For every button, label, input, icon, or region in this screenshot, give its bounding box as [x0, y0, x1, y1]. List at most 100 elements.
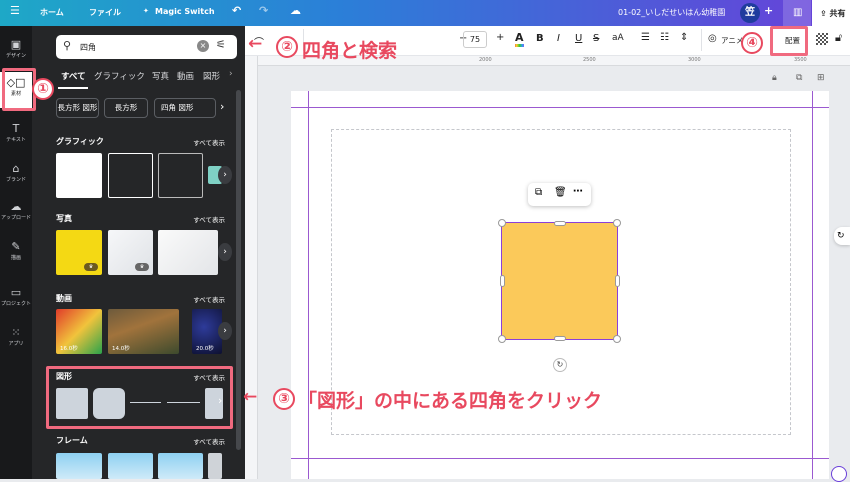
resize-handle[interactable]: [554, 336, 566, 341]
resize-handle[interactable]: [615, 275, 620, 287]
rail-item-design[interactable]: ▣ デザイン: [0, 34, 32, 70]
graphic-thumb-outline-square[interactable]: [108, 153, 153, 198]
trash-icon[interactable]: 🗑︎: [554, 187, 567, 198]
step-2-badge: ②: [276, 36, 298, 58]
bold-button[interactable]: B: [536, 33, 544, 44]
photo-thumb-yellow[interactable]: ♛: [56, 230, 102, 275]
section-title-frames: フレーム: [56, 436, 88, 445]
resize-handle[interactable]: [498, 335, 506, 343]
insights-button[interactable]: ▥: [783, 0, 811, 26]
underline-button[interactable]: U: [575, 33, 582, 44]
hamburger-icon[interactable]: ☰: [10, 4, 20, 17]
refresh-icon[interactable]: ↻: [834, 227, 850, 245]
font-size-input[interactable]: 75: [463, 31, 487, 48]
italic-button[interactable]: I: [557, 33, 560, 44]
photo-thumb-silver[interactable]: ♛: [108, 230, 153, 275]
filter-icon[interactable]: ⚟: [216, 38, 226, 51]
active-tab-indicator: [58, 87, 88, 89]
more-options-icon[interactable]: ⋯: [573, 186, 583, 197]
transparency-icon[interactable]: [816, 33, 828, 45]
rail-item-projects[interactable]: ▭ プロジェクト: [0, 282, 32, 318]
step-1-badge: ①: [32, 78, 54, 100]
clear-icon[interactable]: ×: [197, 40, 209, 52]
photo-thumb-pattern[interactable]: [158, 230, 218, 275]
frame-thumb-sky[interactable]: [158, 453, 203, 479]
duplicate-icon[interactable]: ⧉: [535, 187, 542, 198]
chevron-right-icon[interactable]: ›: [229, 69, 233, 79]
graphic-thumb-white-square[interactable]: [56, 153, 102, 198]
tab-shapes[interactable]: 図形: [203, 70, 220, 82]
duplicate-page-icon[interactable]: ⧉: [796, 73, 802, 83]
resize-handle[interactable]: [554, 221, 566, 226]
crown-icon: ♛: [84, 263, 98, 271]
section-title-videos: 動画: [56, 294, 72, 303]
search-input[interactable]: ⚲ 四角 × ⚟: [56, 35, 237, 59]
chevron-right-icon[interactable]: ›: [218, 166, 232, 184]
list-icon[interactable]: ☷: [660, 32, 669, 43]
share-button[interactable]: ⇪ 共有: [812, 0, 850, 26]
chevron-right-icon[interactable]: ›: [218, 322, 232, 340]
design-page[interactable]: ⧉ 🗑︎ ⋯ ↻: [291, 91, 829, 479]
highlight-shapes-section: [46, 366, 233, 429]
chevron-right-icon[interactable]: ›: [220, 100, 224, 113]
tab-all[interactable]: すべて: [61, 70, 86, 82]
add-page-icon[interactable]: ⊞: [817, 73, 825, 83]
tab-videos[interactable]: 動画: [177, 70, 194, 82]
lock-icon[interactable]: 🔓︎: [835, 31, 842, 45]
chevron-right-icon[interactable]: ›: [218, 243, 232, 261]
resize-handle[interactable]: [613, 219, 621, 227]
add-collaborator-icon[interactable]: +: [764, 4, 773, 17]
frame-thumb-sky[interactable]: [108, 453, 153, 479]
chip-rectangle-shape[interactable]: 長方形 図形: [56, 98, 99, 118]
step-2-arrow: ←: [248, 34, 263, 54]
see-all-videos[interactable]: すべて表示: [193, 294, 225, 304]
lock-page-icon[interactable]: 🔒︎: [772, 73, 777, 83]
top-bar: ☰ ホーム ファイル ✦ Magic Switch ↶ ↷ ☁ 01-02_いし…: [0, 0, 850, 26]
rail-item-apps[interactable]: ⁙ アプリ: [0, 322, 32, 358]
frame-thumb-partial[interactable]: [208, 453, 222, 479]
undo-icon[interactable]: ↶: [232, 4, 241, 17]
rail-label: ブランド: [5, 177, 26, 183]
crown-icon: ♛: [135, 263, 149, 271]
tab-graphics[interactable]: グラフィック: [94, 70, 145, 82]
see-all-photos[interactable]: すべて表示: [193, 214, 225, 224]
rail-item-text[interactable]: T テキスト: [0, 118, 32, 154]
resize-handle[interactable]: [498, 219, 506, 227]
video-thumb-city[interactable]: 14.0秒: [108, 309, 179, 354]
bleed-guide-left: [308, 91, 309, 479]
rail-item-uploads[interactable]: ☁ アップロード: [0, 196, 32, 232]
resize-handle[interactable]: [500, 275, 505, 287]
home-menu[interactable]: ホーム: [40, 7, 64, 18]
see-all-graphics[interactable]: すべて表示: [193, 137, 225, 147]
magic-switch-button[interactable]: Magic Switch: [155, 7, 215, 16]
align-center-icon[interactable]: ☰: [641, 32, 650, 43]
chip-rectangle[interactable]: 長方形: [104, 98, 148, 118]
panel-scrollbar[interactable]: [236, 90, 241, 450]
square-shape[interactable]: [501, 222, 618, 340]
highlight-arrange-button: [770, 26, 808, 56]
text-icon: T: [12, 122, 20, 135]
chip-square-shape[interactable]: 四角 図形: [154, 98, 216, 118]
tab-photos[interactable]: 写真: [152, 70, 169, 82]
frame-thumb-sky[interactable]: [56, 453, 102, 479]
rail-item-draw[interactable]: ✎ 描画: [0, 236, 32, 272]
strikethrough-button[interactable]: S: [593, 33, 599, 44]
redo-icon[interactable]: ↷: [259, 4, 268, 17]
letter-case-button[interactable]: aA: [612, 33, 624, 43]
animate-icon[interactable]: ◎: [708, 33, 717, 44]
font-size-increase[interactable]: +: [496, 32, 504, 43]
help-button[interactable]: [831, 466, 847, 482]
avatar[interactable]: 笠: [740, 3, 760, 23]
document-title[interactable]: 01-02_いしだせいはん幼稚園: [618, 7, 725, 18]
spacing-icon[interactable]: ⇕: [680, 32, 688, 43]
rotate-icon[interactable]: ↻: [553, 358, 567, 372]
graphic-thumb-thin-square[interactable]: [158, 153, 203, 198]
file-menu[interactable]: ファイル: [89, 7, 121, 18]
bleed-guide-right: [812, 91, 813, 479]
rail-item-brand[interactable]: ⌂ ブランド: [0, 158, 32, 194]
see-all-frames[interactable]: すべて表示: [193, 436, 225, 446]
search-value: 四角: [80, 43, 96, 52]
text-color-icon[interactable]: A: [515, 31, 524, 47]
video-thumb-gradient[interactable]: 16.0秒: [56, 309, 102, 354]
resize-handle[interactable]: [613, 335, 621, 343]
